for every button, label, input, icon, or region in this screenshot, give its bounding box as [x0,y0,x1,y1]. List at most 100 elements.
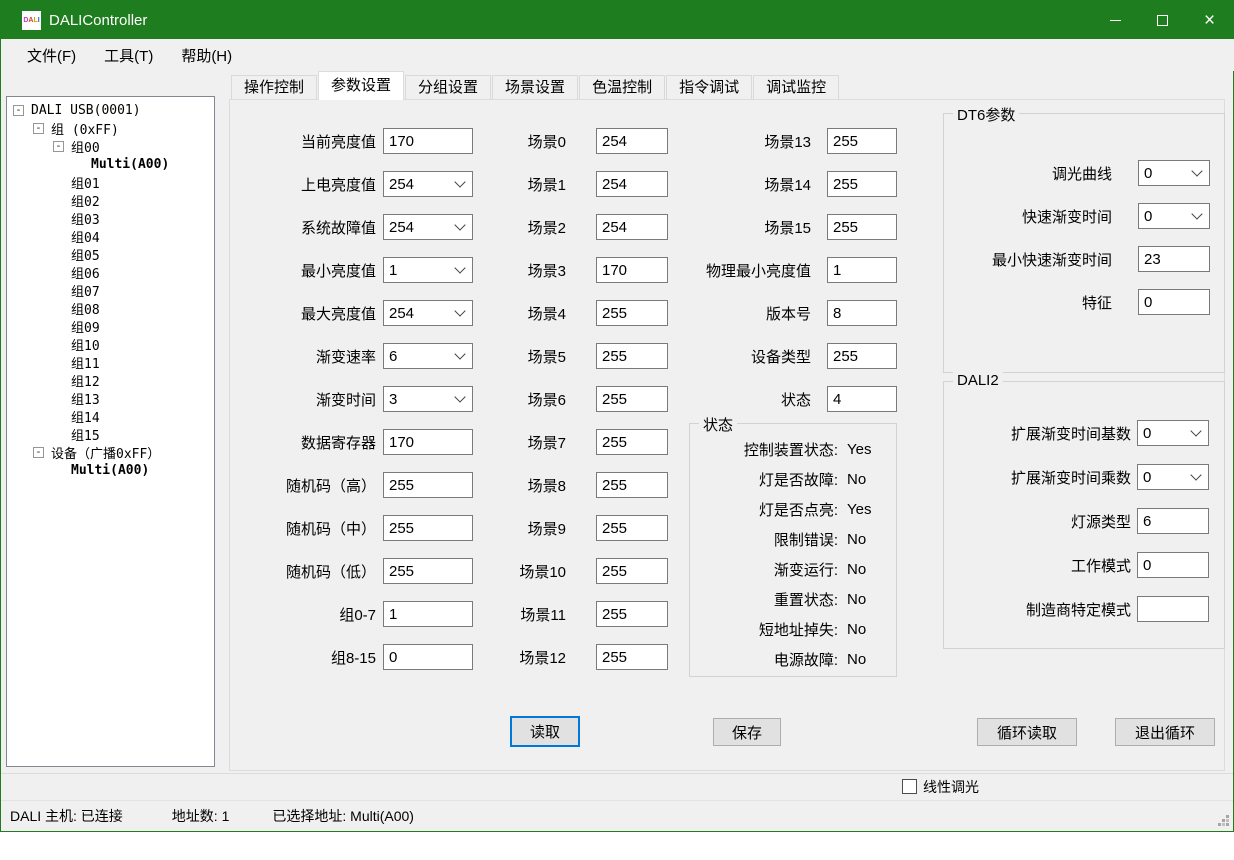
menu-item[interactable]: 工具(T) [90,39,167,71]
field-input[interactable] [827,171,897,197]
field-input[interactable] [596,171,668,197]
field-input[interactable] [596,300,668,326]
tab-item[interactable]: 参数设置 [318,71,404,100]
linear-dimming-checkbox[interactable] [902,779,917,794]
tree-item[interactable]: 组09 [7,317,214,335]
tree-item[interactable]: 组01 [7,173,214,191]
tree-item-label: 组11 [71,353,100,372]
field-input[interactable] [827,128,897,154]
field-select[interactable]: 0 [1137,464,1209,490]
tree-item[interactable]: 组02 [7,191,214,209]
expander-icon[interactable]: - [33,123,44,134]
save-button[interactable]: 保存 [713,718,781,746]
field-input[interactable] [596,515,668,541]
tree-item[interactable]: -组 (0xFF) [7,119,214,137]
field-select[interactable]: 0 [1137,420,1209,446]
maximize-icon [1157,15,1168,26]
field-row: 数据寄存器 [226,429,473,455]
tree-item-label: 组15 [71,425,100,444]
field-input[interactable] [596,386,668,412]
menu-item[interactable]: 帮助(H) [167,39,246,71]
field-input[interactable] [1137,596,1209,622]
tree-item[interactable]: Multi(A00) [7,461,214,479]
status-value: No [847,591,866,608]
field-input[interactable] [596,472,668,498]
minimize-button[interactable] [1092,1,1139,39]
select-value: 1 [389,262,397,279]
tree-item[interactable]: 组12 [7,371,214,389]
field-input[interactable] [827,343,897,369]
tree-item[interactable]: 组05 [7,245,214,263]
tree-item-label: 组06 [71,263,100,282]
tree-item-label: 组12 [71,371,100,390]
field-input[interactable] [827,300,897,326]
tab-item[interactable]: 分组设置 [405,75,491,100]
field-input[interactable] [596,429,668,455]
field-select[interactable]: 0 [1138,203,1210,229]
field-input[interactable] [596,128,668,154]
tree-item[interactable]: 组11 [7,353,214,371]
loop-read-button[interactable]: 循环读取 [977,718,1077,746]
field-input[interactable] [596,257,668,283]
tab-item[interactable]: 色温控制 [579,75,665,100]
field-label: 渐变速率 [226,346,376,367]
tree-item[interactable]: 组07 [7,281,214,299]
field-input[interactable] [1137,508,1209,534]
tree-item[interactable]: 组04 [7,227,214,245]
field-input[interactable] [1138,289,1210,315]
tree-item[interactable]: -设备（广播0xFF） [7,443,214,461]
tab-item[interactable]: 场景设置 [492,75,578,100]
field-input[interactable] [827,386,897,412]
tree-item[interactable]: 组06 [7,263,214,281]
close-button[interactable]: × [1186,1,1233,39]
status-value: Yes [847,441,871,458]
select-value: 0 [1144,208,1152,225]
field-label: 场景5 [456,346,566,367]
field-input[interactable] [596,214,668,240]
tree-item[interactable]: 组14 [7,407,214,425]
tree-item[interactable]: 组08 [7,299,214,317]
field-row: 扩展渐变时间乘数 0 [951,464,1209,490]
tab-item[interactable]: 指令调试 [666,75,752,100]
resize-grip[interactable] [1217,814,1229,826]
tree-item[interactable]: 组10 [7,335,214,353]
field-row: 上电亮度值254 [226,171,473,197]
maximize-button[interactable] [1139,1,1186,39]
expander-icon[interactable]: - [13,105,24,116]
menu-item[interactable]: 文件(F) [13,39,90,71]
field-input[interactable] [596,343,668,369]
field-select[interactable]: 0 [1138,160,1210,186]
field-label: 随机码（低） [226,561,376,582]
field-input[interactable] [596,558,668,584]
status-rows: 控制装置状态:Yes灯是否故障:No灯是否点亮:Yes限制错误:No渐变运行:N… [690,434,896,674]
status-value: No [847,531,866,548]
expander-icon[interactable]: - [53,141,64,152]
tree-item[interactable]: Multi(A00) [7,155,214,173]
field-row: 系统故障值254 [226,214,473,240]
tree-item-label: 组10 [71,335,100,354]
tree-item[interactable]: 组15 [7,425,214,443]
field-input[interactable] [1137,552,1209,578]
tree-item[interactable]: 组13 [7,389,214,407]
tab-item[interactable]: 操作控制 [231,75,317,100]
exit-loop-button[interactable]: 退出循环 [1115,718,1215,746]
field-input[interactable] [827,214,897,240]
field-input[interactable] [596,644,668,670]
status-label: 重置状态: [690,589,838,610]
status-row: 渐变运行:No [690,554,896,584]
device-tree[interactable]: -DALI USB(0001)-组 (0xFF)-组00Multi(A00)组0… [6,96,215,767]
tab-item[interactable]: 调试监控 [753,75,839,100]
field-input[interactable] [596,601,668,627]
field-row: 场景6 [456,386,668,412]
tree-item-label: 组02 [71,191,100,210]
field-input[interactable] [1138,246,1210,272]
field-input[interactable] [827,257,897,283]
chevron-down-icon [1191,208,1202,219]
tree-item-label: 组04 [71,227,100,246]
field-label: 扩展渐变时间乘数 [951,467,1131,488]
tree-item[interactable]: 组03 [7,209,214,227]
read-button[interactable]: 读取 [510,716,580,747]
tree-item[interactable]: -组00 [7,137,214,155]
expander-icon[interactable]: - [33,447,44,458]
tree-item[interactable]: -DALI USB(0001) [7,101,214,119]
